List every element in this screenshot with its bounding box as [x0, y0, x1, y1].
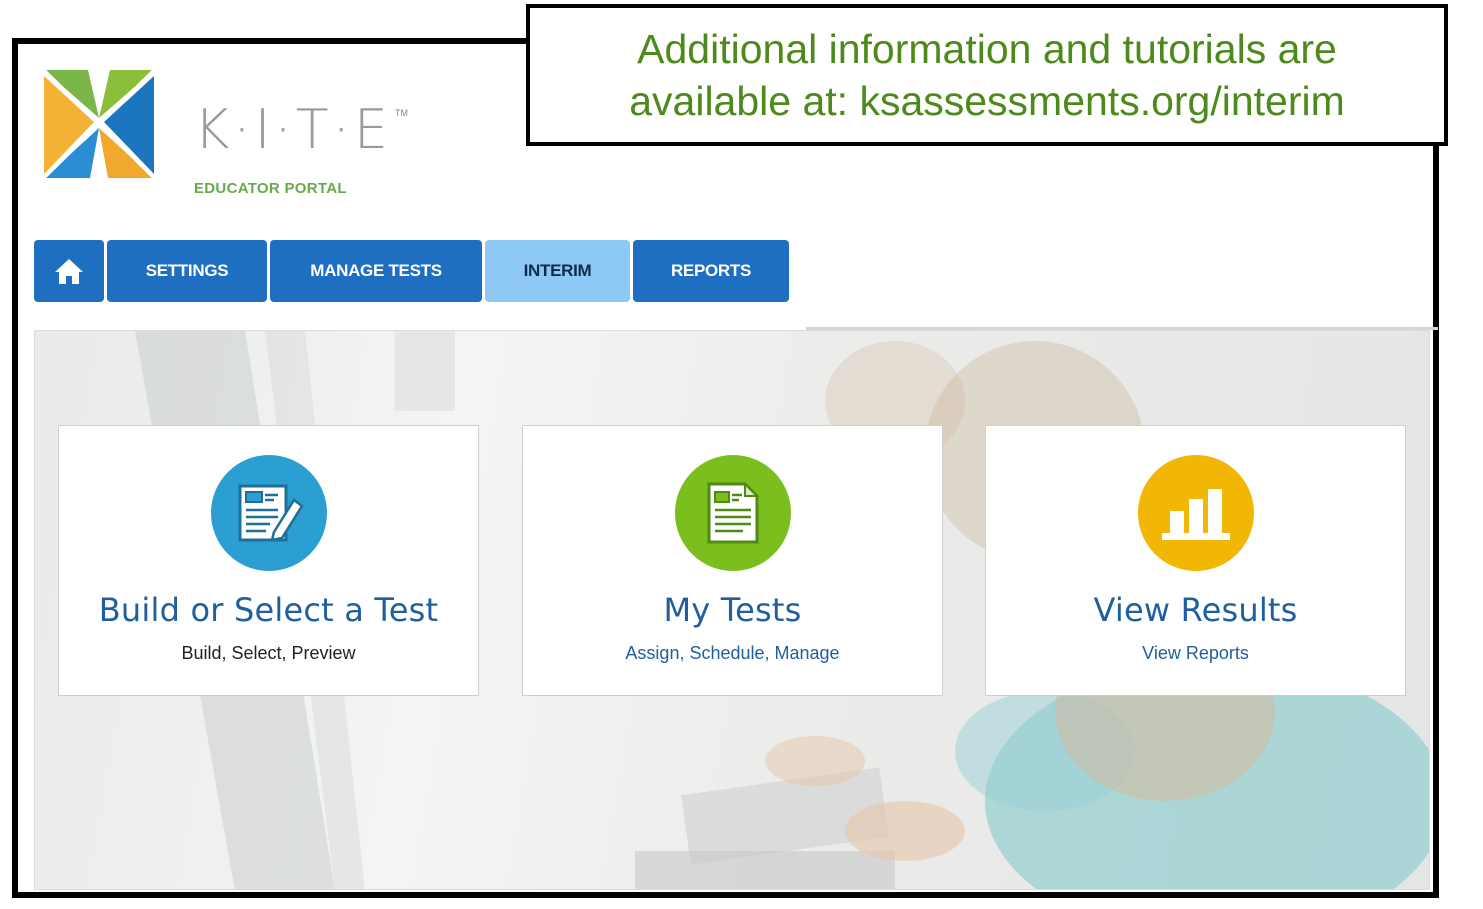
- card-title[interactable]: My Tests: [663, 591, 801, 629]
- home-icon: [55, 259, 83, 284]
- build-select-test-card[interactable]: Build or Select a Test Build, Select, Pr…: [58, 425, 479, 696]
- tab-home[interactable]: [34, 240, 104, 302]
- card-subtitle[interactable]: View Reports: [1142, 643, 1249, 664]
- info-callout: Additional information and tutorials are…: [526, 4, 1448, 146]
- trademark-symbol: TM: [395, 108, 408, 118]
- card-title[interactable]: View Results: [1093, 591, 1297, 629]
- educator-portal-label: EDUCATOR PORTAL: [194, 180, 347, 197]
- card-subtitle: Build, Select, Preview: [181, 643, 356, 663]
- my-tests-card[interactable]: My Tests Assign, Schedule, Manage: [522, 425, 943, 696]
- interim-hero-panel: Build or Select a Test Build, Select, Pr…: [34, 330, 1430, 890]
- tab-interim[interactable]: INTERIM: [485, 240, 630, 302]
- card-title[interactable]: Build or Select a Test: [99, 591, 439, 629]
- view-results-card[interactable]: View Results View Reports: [985, 425, 1406, 696]
- kite-logo-mark-icon: [44, 68, 154, 178]
- tab-settings[interactable]: SETTINGS: [107, 240, 267, 302]
- callout-line-2: available at: ksassessments.org/interim: [629, 78, 1345, 124]
- bar-chart-icon: [1137, 455, 1254, 571]
- document-edit-icon: [210, 455, 327, 571]
- kite-wordmark: K·I·T·E: [194, 98, 392, 161]
- kite-logo[interactable]: K·I·T·E TM EDUCATOR PORTAL: [44, 66, 408, 197]
- main-nav: SETTINGS MANAGE TESTS INTERIM REPORTS: [34, 240, 789, 302]
- card-subtitle[interactable]: Assign, Schedule, Manage: [625, 643, 839, 664]
- document-icon: [674, 455, 791, 571]
- callout-line-1: Additional information and tutorials are: [637, 26, 1337, 72]
- tab-manage-tests[interactable]: MANAGE TESTS: [270, 240, 482, 302]
- tab-reports[interactable]: REPORTS: [633, 240, 789, 302]
